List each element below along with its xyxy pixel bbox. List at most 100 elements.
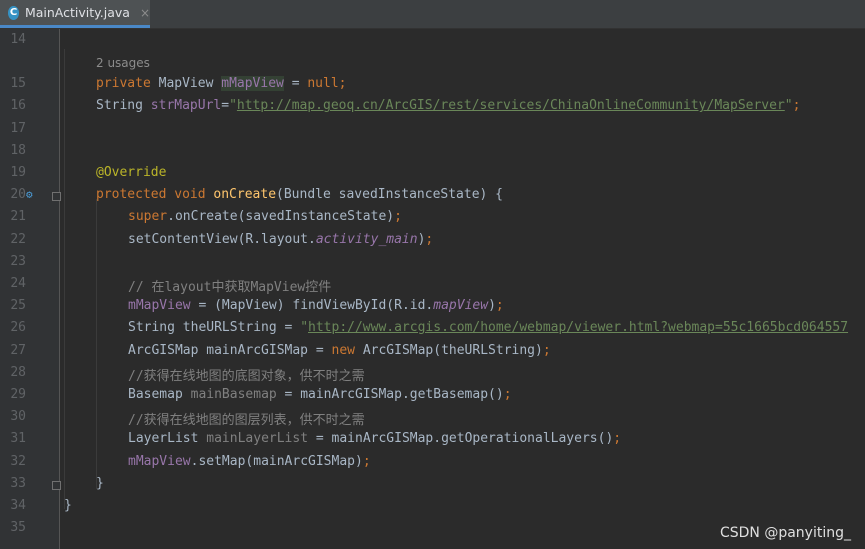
code-token: ;	[362, 453, 371, 469]
line-number: 33	[10, 475, 26, 491]
code-token: "	[784, 98, 793, 114]
code-token: = mainArcGISMap.getOperationalLayers()	[308, 431, 614, 447]
code-token: super	[128, 209, 168, 225]
code-token: @Override	[96, 165, 167, 180]
code-token: mainLayerList	[206, 431, 309, 447]
code-line: protected void onCreate(Bundle savedInst…	[96, 187, 503, 202]
indent-guide	[64, 49, 65, 509]
line-number: 30	[10, 409, 26, 425]
code-line: LayerList mainLayerList = mainArcGISMap.…	[128, 431, 621, 446]
code-token: (Bundle savedInstanceState) {	[276, 187, 504, 203]
code-token: ArcGISMap(theURLString)	[362, 342, 543, 358]
line-number: 35	[10, 520, 26, 536]
url-link[interactable]: http://map.geoq.cn/ArcGIS/rest/services/…	[237, 98, 785, 113]
line-number: 31	[10, 431, 26, 447]
code-token: null;	[307, 76, 347, 92]
code-line: String strMapUrl="http://map.geoq.cn/Arc…	[96, 98, 800, 113]
fold-marker-icon[interactable]	[52, 480, 61, 490]
indent-guide	[96, 199, 97, 489]
code-token: protected void	[96, 187, 214, 203]
line-number: 29	[10, 387, 26, 402]
code-line: String theURLString = "http://www.arcgis…	[128, 320, 848, 335]
code-token: new	[331, 342, 363, 358]
fold-marker-icon[interactable]	[52, 192, 61, 202]
code-line: setContentView(R.layout.activity_main);	[128, 232, 433, 247]
line-number: 26	[10, 320, 26, 336]
tab-main-activity[interactable]: C MainActivity.java ×	[0, 0, 150, 28]
code-token: mainBasemap	[190, 387, 277, 402]
code-token: activity_main	[315, 231, 418, 247]
code-token: }	[96, 475, 104, 491]
code-line: Basemap mainBasemap = mainArcGISMap.getB…	[128, 387, 512, 402]
code-token: ;	[495, 298, 504, 314]
close-icon[interactable]: ×	[140, 6, 150, 20]
code-token: = (MapView) findViewById(R.id.	[190, 298, 434, 314]
code-token: mMapView	[128, 453, 191, 469]
code-line: ArcGISMap mainArcGISMap = new ArcGISMap(…	[128, 343, 551, 358]
code-line: }	[64, 498, 72, 513]
code-token: )	[488, 298, 496, 314]
line-number: 25	[10, 298, 26, 314]
code-token: }	[64, 498, 72, 513]
code-line: // 在layout中获取MapView控件	[128, 276, 331, 295]
code-token: Basemap	[128, 387, 191, 402]
code-line: mMapView.setMap(mainArcGISMap);	[128, 454, 371, 469]
code-token: //获得在线地图的图层列表，供不时之需	[128, 413, 365, 429]
code-line: //获得在线地图的图层列表，供不时之需	[128, 409, 365, 428]
code-token: String	[96, 98, 151, 114]
code-token: = mainArcGISMap.getBasemap()	[276, 387, 504, 402]
watermark: CSDN @panyiting_	[719, 525, 851, 541]
code-token: //获得在线地图的底图对象，供不时之需	[128, 368, 365, 384]
line-number: 14	[10, 32, 26, 47]
code-token: String theURLString =	[128, 320, 301, 336]
code-line: }	[96, 476, 104, 491]
code-token: "	[300, 320, 309, 336]
code-token: =	[283, 76, 308, 92]
code-token: mapView	[433, 298, 489, 314]
usages-hint[interactable]: 2 usages	[96, 56, 150, 70]
code-token: LayerList	[128, 431, 207, 447]
code-token: ;	[503, 387, 512, 402]
line-number: 17	[10, 120, 26, 136]
code-token: mMapView	[128, 298, 191, 314]
code-token: private	[96, 76, 159, 92]
line-number: 34	[10, 498, 26, 513]
code-editor[interactable]: 14 2 usages 15 private MapView mMapView = n…	[0, 29, 865, 549]
line-number: 19	[10, 165, 26, 180]
code-line: mMapView = (MapView) findViewById(R.id.m…	[128, 298, 504, 313]
code-token: mMapView	[221, 76, 284, 92]
line-number: 28	[10, 364, 26, 380]
url-link[interactable]: http://www.arcgis.com/home/webmap/viewer…	[308, 320, 848, 335]
code-token: MapView	[158, 76, 222, 92]
line-number: 24	[10, 276, 26, 291]
code-token: =	[221, 98, 230, 114]
line-number: 32	[10, 453, 26, 469]
code-token: ;	[425, 231, 434, 247]
code-token: setContentView(R.layout.	[128, 231, 316, 247]
code-token: // 在layout中获取MapView控件	[128, 280, 332, 295]
code-token: ;	[394, 209, 402, 225]
code-token: .onCreate(savedInstanceState)	[167, 209, 395, 225]
code-token: ;	[542, 342, 551, 358]
override-marker-icon[interactable]: ⚙	[26, 188, 38, 201]
code-line: super.onCreate(savedInstanceState);	[128, 209, 402, 224]
code-line: //获得在线地图的底图对象，供不时之需	[128, 365, 365, 384]
code-token: ;	[792, 98, 801, 114]
line-number: 27	[10, 342, 26, 358]
class-icon: C	[8, 5, 19, 20]
line-number: 23	[10, 253, 26, 269]
code-token: .setMap(mainArcGISMap)	[190, 453, 363, 469]
line-number: 15	[10, 76, 26, 92]
code-token: onCreate	[213, 187, 277, 203]
code-line: @Override	[96, 165, 166, 180]
line-number: 16	[10, 98, 26, 114]
code-line: private MapView mMapView = null;	[96, 76, 347, 92]
line-number: 18	[10, 142, 26, 158]
code-token: ArcGISMap mainArcGISMap =	[128, 342, 332, 358]
line-number: 21	[10, 209, 26, 225]
line-number: 20	[10, 187, 26, 203]
editor-tab-bar: C MainActivity.java ×	[0, 0, 865, 29]
line-number: 22	[10, 231, 26, 247]
code-token: strMapUrl	[150, 98, 222, 114]
code-token: "	[229, 98, 237, 114]
